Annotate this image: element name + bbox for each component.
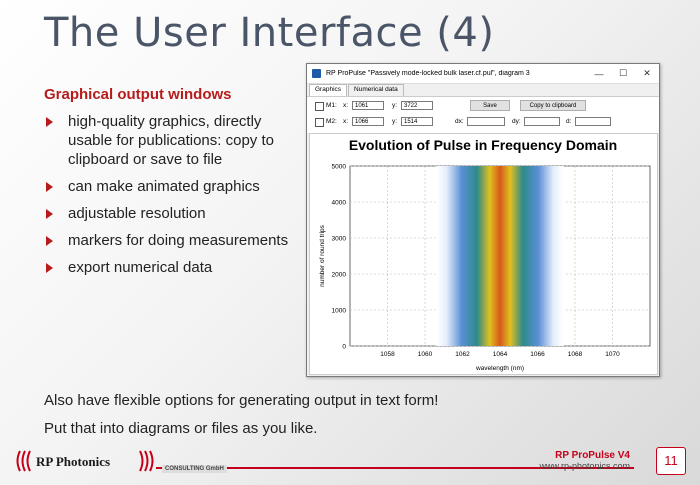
tab-graphics[interactable]: Graphics — [309, 84, 348, 96]
diagram-window: RP ProPulse "Passively mode-locked bulk … — [306, 63, 660, 377]
x-tick-label: 1068 — [568, 351, 583, 358]
m1-label: M1: — [326, 102, 337, 109]
m2-x-field[interactable]: 1066 — [352, 117, 384, 126]
x-tick-label: 1064 — [493, 351, 508, 358]
m2-y-label: y: — [392, 118, 398, 125]
y-tick-label: 1000 — [332, 308, 347, 315]
window-titlebar[interactable]: RP ProPulse "Passively mode-locked bulk … — [307, 64, 659, 84]
page-number: 11 — [656, 447, 686, 475]
m2-checkbox[interactable] — [315, 118, 324, 127]
close-button[interactable]: ✕ — [635, 68, 659, 79]
window-title: RP ProPulse "Passively mode-locked bulk … — [326, 70, 530, 77]
bullet-item: export numerical data — [44, 258, 294, 277]
bullet-text: adjustable resolution — [68, 205, 206, 222]
logo-company-name: RP Photonics — [36, 454, 110, 469]
x-tick-label: 1058 — [380, 351, 395, 358]
bullet-text: can make animated graphics — [68, 178, 260, 195]
x-axis-label: wavelength (nm) — [475, 365, 524, 372]
tab-numerical-data[interactable]: Numerical data — [348, 84, 404, 96]
chart-title: Evolution of Pulse in Frequency Domain — [349, 137, 617, 153]
x-tick-label: 1070 — [605, 351, 620, 358]
d-field[interactable] — [575, 117, 611, 126]
y-tick-label: 5000 — [332, 164, 347, 171]
dx-field[interactable] — [467, 117, 505, 126]
slide-title: The User Interface (4) — [44, 10, 495, 56]
m1-checkbox[interactable] — [315, 102, 324, 111]
heatmap-band — [436, 166, 564, 346]
bullet-text: export numerical data — [68, 259, 213, 276]
y-tick-label: 0 — [342, 344, 346, 351]
x-tick-label: 1066 — [530, 351, 545, 358]
x-tick-label: 1062 — [455, 351, 470, 358]
rp-photonics-logo: RP Photonics — [16, 450, 154, 472]
footer: RP Photonics CONSULTING GmbH RP ProPulse… — [0, 447, 700, 485]
m1-y-field[interactable]: 3722 — [401, 101, 433, 110]
bullet-arrow-icon — [46, 236, 53, 246]
tab-bar: Graphics Numerical data — [307, 84, 659, 96]
y-tick-label: 3000 — [332, 236, 347, 243]
app-icon — [312, 69, 321, 78]
website-link[interactable]: www.rp-photonics.com — [539, 461, 630, 471]
d-label: d: — [566, 118, 572, 125]
m1-x-label: x: — [343, 102, 349, 109]
heatmap-chart[interactable]: Evolution of Pulse in Frequency Domain 1… — [310, 134, 657, 374]
bullet-arrow-icon — [46, 117, 53, 127]
bullet-arrow-icon — [46, 263, 53, 273]
m2-label: M2: — [326, 118, 337, 125]
y-tick-label: 4000 — [332, 200, 347, 207]
save-button[interactable]: Save — [470, 100, 510, 111]
m1-x-field[interactable]: 1061 — [352, 101, 384, 110]
m1-y-label: y: — [392, 102, 398, 109]
m2-x-label: x: — [343, 118, 349, 125]
bullet-list: high-quality graphics, directly usable f… — [44, 112, 294, 285]
x-tick-label: 1060 — [418, 351, 433, 358]
minimize-button[interactable]: — — [587, 69, 611, 79]
dy-label: dy: — [512, 118, 521, 125]
product-name: RP ProPulse V4 — [555, 450, 630, 461]
plot-area[interactable]: Evolution of Pulse in Frequency Domain 1… — [309, 133, 658, 375]
dx-label: dx: — [455, 118, 464, 125]
bullet-arrow-icon — [46, 209, 53, 219]
bullet-item: markers for doing measurements — [44, 231, 294, 250]
bullet-arrow-icon — [46, 182, 53, 192]
maximize-button[interactable]: ☐ — [611, 68, 635, 79]
dy-field[interactable] — [524, 117, 560, 126]
m2-y-field[interactable]: 1514 — [401, 117, 433, 126]
bullet-item: can make animated graphics — [44, 177, 294, 196]
bottom-text-1: Also have flexible options for generatin… — [44, 392, 439, 409]
section-heading: Graphical output windows — [44, 86, 232, 103]
copy-to-clipboard-button[interactable]: Copy to clipboard — [520, 100, 586, 111]
consulting-label: CONSULTING GmbH — [162, 465, 227, 473]
bullet-item: high-quality graphics, directly usable f… — [44, 112, 294, 169]
bullet-text: high-quality graphics, directly usable f… — [68, 113, 274, 168]
y-tick-label: 2000 — [332, 272, 347, 279]
y-axis-label: number of round trips — [319, 224, 326, 287]
marker-controls: M1: x: 1061 y: 3722 Save Copy to clipboa… — [307, 96, 659, 133]
bullet-item: adjustable resolution — [44, 204, 294, 223]
bullet-text: markers for doing measurements — [68, 232, 289, 249]
bottom-text-2: Put that into diagrams or files as you l… — [44, 420, 318, 437]
